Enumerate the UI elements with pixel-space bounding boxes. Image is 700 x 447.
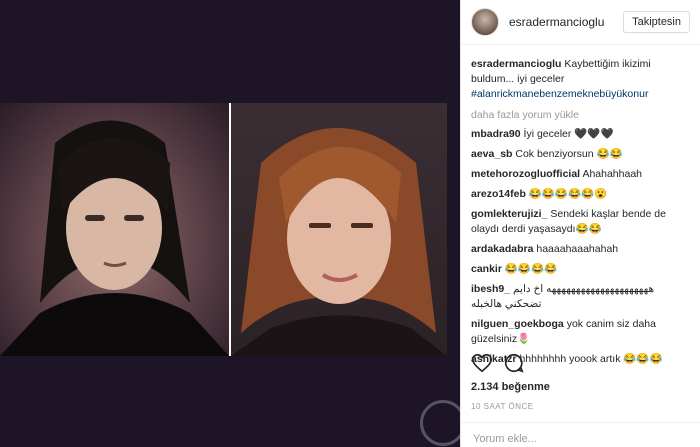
photo-right: [231, 103, 447, 356]
list-item: gomlekterujizi_ Sendeki kaşlar bende de …: [471, 207, 688, 237]
comment-text: 😂😂😂😂😂😮: [528, 188, 608, 200]
follow-button[interactable]: Takiptesin: [623, 11, 690, 33]
comment-username[interactable]: gomlekterujizi_: [471, 208, 547, 220]
username-link[interactable]: esradermancioglu: [509, 15, 623, 29]
caption: esradermancioglu Kaybettiğim ikizimi bul…: [471, 57, 688, 102]
post-header: esradermancioglu Takiptesin: [461, 0, 700, 45]
comment-username[interactable]: cankir: [471, 263, 502, 275]
list-item: cankir 😂😂😂😂: [471, 262, 688, 277]
comment-username[interactable]: nilguen_goekboga: [471, 318, 564, 330]
photo-left: [0, 103, 229, 356]
list-item: ibesh9_ هههههههههههههههههههههه اخ دايم ت…: [471, 282, 688, 312]
caption-username[interactable]: esradermancioglu: [471, 58, 561, 70]
comment-username[interactable]: arezo14feb: [471, 188, 526, 200]
comment-username[interactable]: ibesh9_: [471, 283, 510, 295]
add-comment-input[interactable]: [473, 433, 689, 445]
list-item: metehorozogluofficial Ahahahhaah: [471, 167, 688, 182]
comment-text: haaaahaaahahah: [536, 243, 619, 255]
comment-text: İyi geceler 🖤🖤🖤: [523, 128, 614, 140]
comment-text: Cok benziyorsun 😂😂: [515, 148, 623, 160]
comment-username[interactable]: ardakadabra: [471, 243, 533, 255]
photo-left-illustration: [0, 120, 229, 356]
load-more-comments-link[interactable]: daha fazla yorum yükle: [471, 108, 688, 123]
list-item: aeva_sb Cok benziyorsun 😂😂: [471, 147, 688, 162]
add-comment-bar: [461, 422, 700, 447]
comment-text: Ahahahhaah: [582, 168, 642, 180]
comment-username[interactable]: aeva_sb: [471, 148, 512, 160]
post-media: [0, 0, 466, 447]
comment-username[interactable]: mbadra90: [471, 128, 521, 140]
heart-icon[interactable]: [471, 352, 493, 374]
post-actions: [471, 352, 525, 374]
comment-username[interactable]: metehorozogluofficial: [471, 168, 580, 180]
list-item: arezo14feb 😂😂😂😂😂😮: [471, 187, 688, 202]
post-timestamp: 10 SAAT ÖNCE: [471, 402, 534, 411]
comments-list: esradermancioglu Kaybettiğim ikizimi bul…: [461, 45, 700, 367]
list-item: nilguen_goekboga yok canim siz daha güze…: [471, 317, 688, 347]
avatar[interactable]: [471, 8, 499, 36]
list-item: mbadra90 İyi geceler 🖤🖤🖤: [471, 127, 688, 142]
caption-hashtag[interactable]: #alanrickmanebenzemeknebüyükonur: [471, 87, 688, 102]
comment-text: hhhhhhhh yoook artık 😂😂😂: [519, 353, 663, 365]
comment-text: 😂😂😂😂: [504, 263, 558, 275]
list-item: ardakadabra haaaahaaahahah: [471, 242, 688, 257]
post-sidebar: esradermancioglu Takiptesin esradermanci…: [460, 0, 700, 447]
likes-count[interactable]: 2.134 beğenme: [471, 381, 550, 393]
photo-right-illustration: [231, 128, 447, 356]
comment-icon[interactable]: [503, 352, 525, 374]
